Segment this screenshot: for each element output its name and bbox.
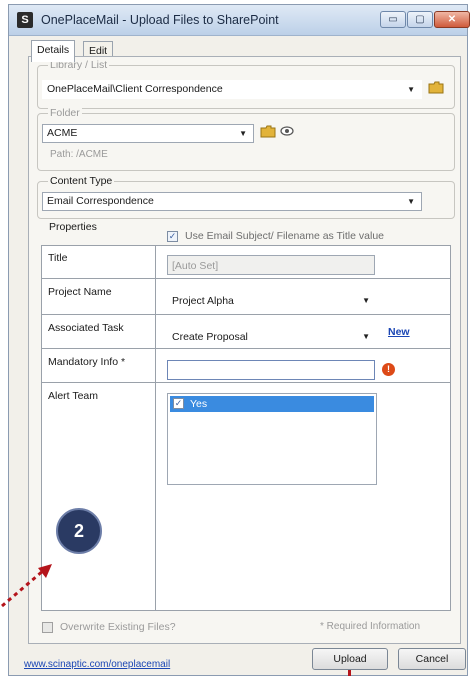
folder-group: Folder ACME ▼ Path: /ACME (37, 107, 455, 171)
warning-icon: ! (382, 363, 395, 376)
library-value: OnePlaceMail\Client Correspondence (47, 83, 223, 95)
chevron-down-icon: ▼ (362, 332, 370, 341)
row-divider (42, 278, 450, 279)
details-panel: Library / List OnePlaceMail\Client Corre… (28, 56, 461, 644)
minimize-button[interactable]: ▭ (380, 11, 406, 28)
row-divider (42, 348, 450, 349)
row-divider (42, 382, 450, 383)
project-name-value: Project Alpha (172, 295, 234, 307)
browse-folder-icon[interactable] (428, 81, 444, 97)
chevron-down-icon: ▼ (407, 197, 415, 206)
window-title: OnePlaceMail - Upload Files to SharePoin… (41, 13, 279, 27)
use-subject-checkbox[interactable]: ✓ (167, 231, 178, 242)
folder-path: Path: /ACME (50, 149, 108, 160)
list-item[interactable]: ✓ Yes (170, 396, 374, 412)
folder-legend: Folder (48, 107, 82, 119)
required-note: * Required Information (320, 621, 421, 632)
content-type-group: Content Type Email Correspondence ▼ (37, 175, 455, 219)
row-divider (42, 314, 450, 315)
title-bar: S OnePlaceMail - Upload Files to SharePo… (9, 5, 470, 36)
maximize-button[interactable]: ▢ (407, 11, 433, 28)
annotation-arrow (1, 564, 52, 608)
folder-value: ACME (47, 127, 78, 139)
title-field: [Auto Set] (167, 255, 375, 275)
alert-team-list[interactable]: ✓ Yes (167, 393, 377, 485)
step-badge: 2 (56, 508, 102, 554)
associated-task-select[interactable]: Create Proposal ▼ (167, 326, 377, 346)
title-label: Title (48, 252, 68, 264)
folder-select[interactable]: ACME ▼ (42, 124, 254, 143)
associated-task-value: Create Proposal (172, 331, 248, 343)
properties-table: Title [Auto Set] Project Name Project Al… (41, 245, 451, 611)
mandatory-info-label: Mandatory Info * (48, 356, 126, 368)
content-type-select[interactable]: Email Correspondence ▼ (42, 192, 422, 211)
properties-legend: Properties (47, 221, 99, 233)
footer-link[interactable]: www.scinaptic.com/oneplacemail (24, 659, 170, 670)
library-group: Library / List OnePlaceMail\Client Corre… (37, 59, 455, 109)
project-name-select[interactable]: Project Alpha ▼ (167, 290, 377, 310)
library-select[interactable]: OnePlaceMail\Client Correspondence ▼ (42, 80, 422, 99)
close-button[interactable]: ✕ (434, 11, 470, 28)
content-type-value: Email Correspondence (47, 195, 154, 207)
use-subject-label: Use Email Subject/ Filename as Title val… (185, 230, 385, 242)
column-divider (155, 246, 156, 610)
cancel-button[interactable]: Cancel (398, 648, 466, 670)
overwrite-checkbox[interactable] (42, 622, 53, 633)
associated-task-label: Associated Task (48, 322, 124, 334)
mandatory-info-input[interactable] (167, 360, 375, 380)
new-task-link[interactable]: New (388, 326, 410, 338)
tab-details[interactable]: Details (31, 40, 76, 62)
chevron-down-icon: ▼ (362, 296, 370, 305)
upload-button[interactable]: Upload (312, 648, 388, 670)
alert-yes-label: Yes (190, 398, 208, 410)
alert-yes-checkbox[interactable]: ✓ (173, 398, 184, 409)
alert-team-label: Alert Team (48, 390, 98, 402)
project-name-label: Project Name (48, 286, 112, 298)
app-icon: S (17, 12, 33, 28)
browse-folder-icon[interactable] (260, 125, 276, 141)
chevron-down-icon: ▼ (407, 85, 415, 94)
content-type-legend: Content Type (48, 175, 115, 187)
chevron-down-icon: ▼ (239, 129, 247, 138)
overwrite-label: Overwrite Existing Files? (60, 621, 176, 633)
view-icon[interactable] (280, 125, 294, 139)
